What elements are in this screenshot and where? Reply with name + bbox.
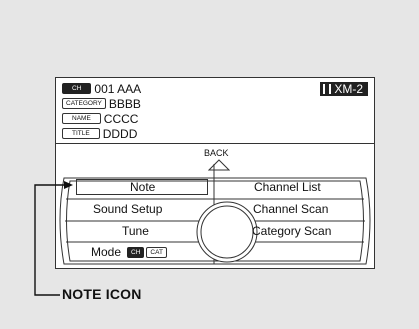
callout-leader <box>34 181 73 296</box>
note-icon-callout: NOTE ICON <box>62 286 142 302</box>
